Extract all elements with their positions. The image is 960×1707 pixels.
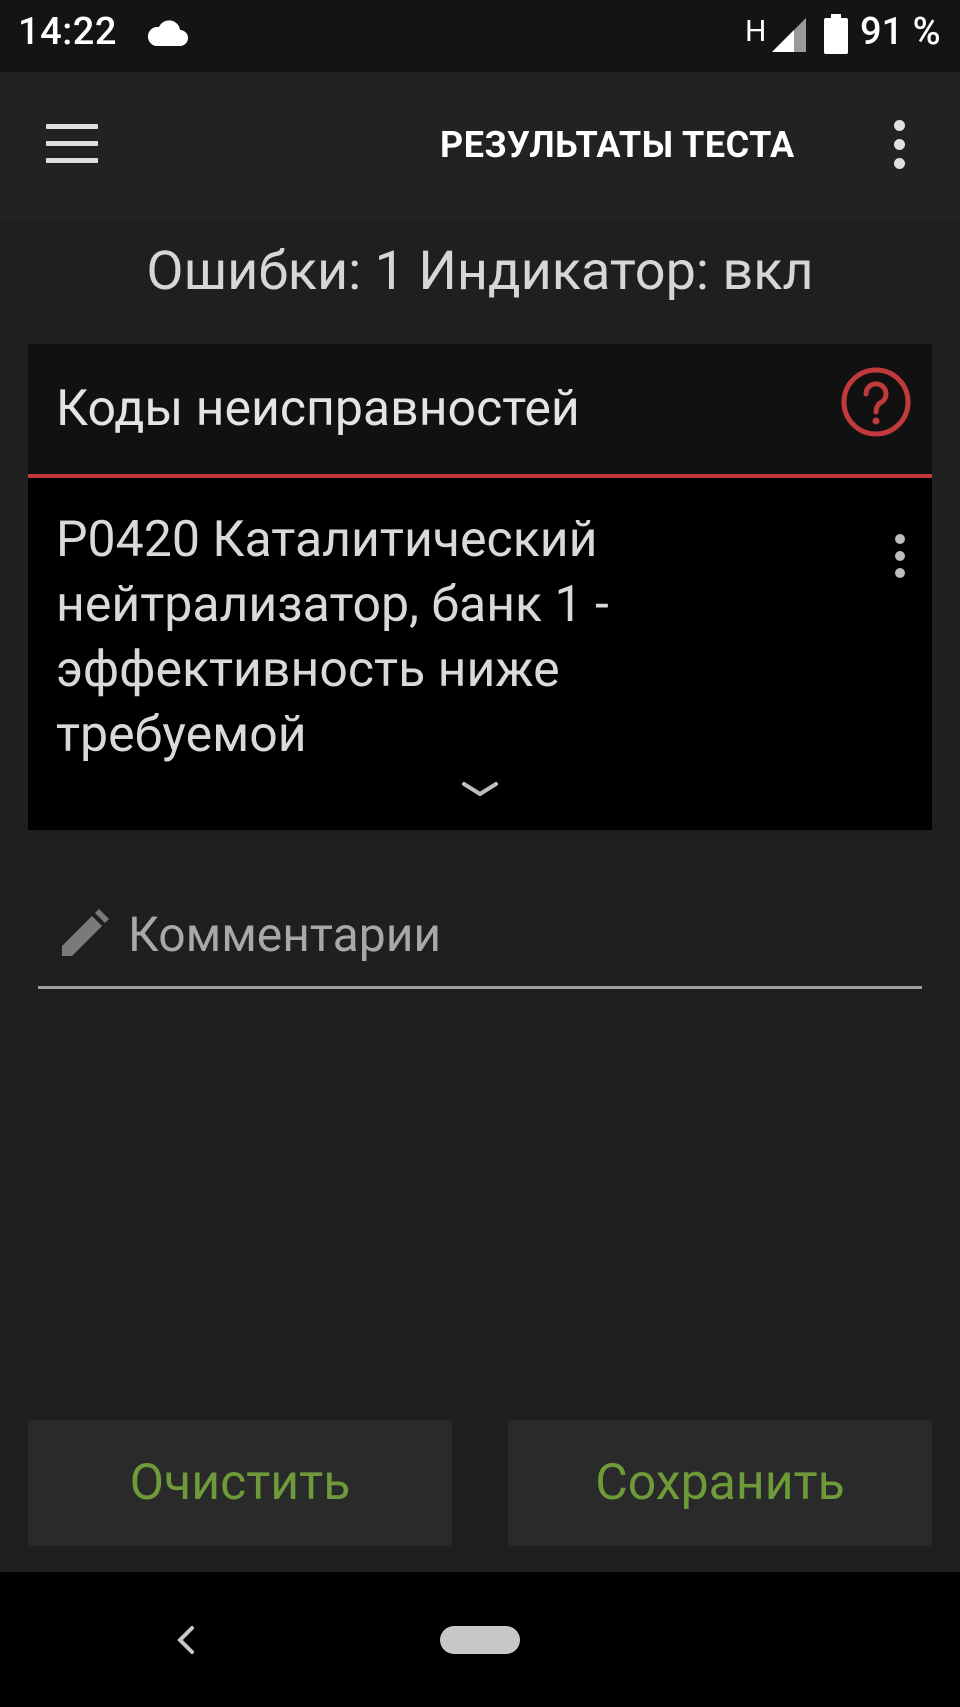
test-summary: Ошибки: 1 Индикатор: вкл bbox=[146, 240, 814, 303]
dtc-card-header: Коды неисправностей bbox=[28, 344, 932, 478]
page-title: РЕЗУЛЬТАТЫ ТЕСТА bbox=[440, 124, 795, 166]
app-bar: РЕЗУЛЬТАТЫ ТЕСТА bbox=[0, 72, 960, 222]
save-button[interactable]: Сохранить bbox=[508, 1420, 932, 1546]
home-pill-button[interactable] bbox=[440, 1626, 520, 1654]
dtc-item-menu-icon[interactable] bbox=[890, 534, 910, 584]
help-icon[interactable] bbox=[840, 366, 912, 438]
dtc-description: P0420 Каталитический нейтрализатор, банк… bbox=[56, 511, 609, 764]
battery-percent: 91 % bbox=[860, 10, 941, 54]
comment-placeholder: Комментарии bbox=[128, 906, 442, 963]
back-icon[interactable] bbox=[168, 1620, 204, 1660]
status-time: 14:22 bbox=[18, 10, 117, 54]
clear-button[interactable]: Очистить bbox=[28, 1420, 452, 1546]
status-bar: 14:22 H 91 % bbox=[0, 0, 960, 72]
menu-icon[interactable] bbox=[46, 124, 104, 168]
cloud-icon bbox=[147, 20, 188, 46]
dtc-card: Коды неисправностей P0420 Каталитический… bbox=[28, 344, 932, 830]
comment-input[interactable]: Комментарии bbox=[38, 900, 922, 989]
dtc-list-item[interactable]: P0420 Каталитический нейтрализатор, банк… bbox=[28, 478, 932, 830]
signal-icon bbox=[772, 18, 806, 52]
pencil-icon bbox=[62, 909, 109, 956]
chevron-down-icon[interactable] bbox=[460, 778, 500, 802]
navigation-bar bbox=[0, 1572, 960, 1707]
dtc-card-title: Коды неисправностей bbox=[56, 380, 580, 438]
battery-icon bbox=[824, 14, 848, 54]
network-type: H bbox=[745, 14, 767, 49]
overflow-menu-icon[interactable] bbox=[888, 120, 910, 176]
